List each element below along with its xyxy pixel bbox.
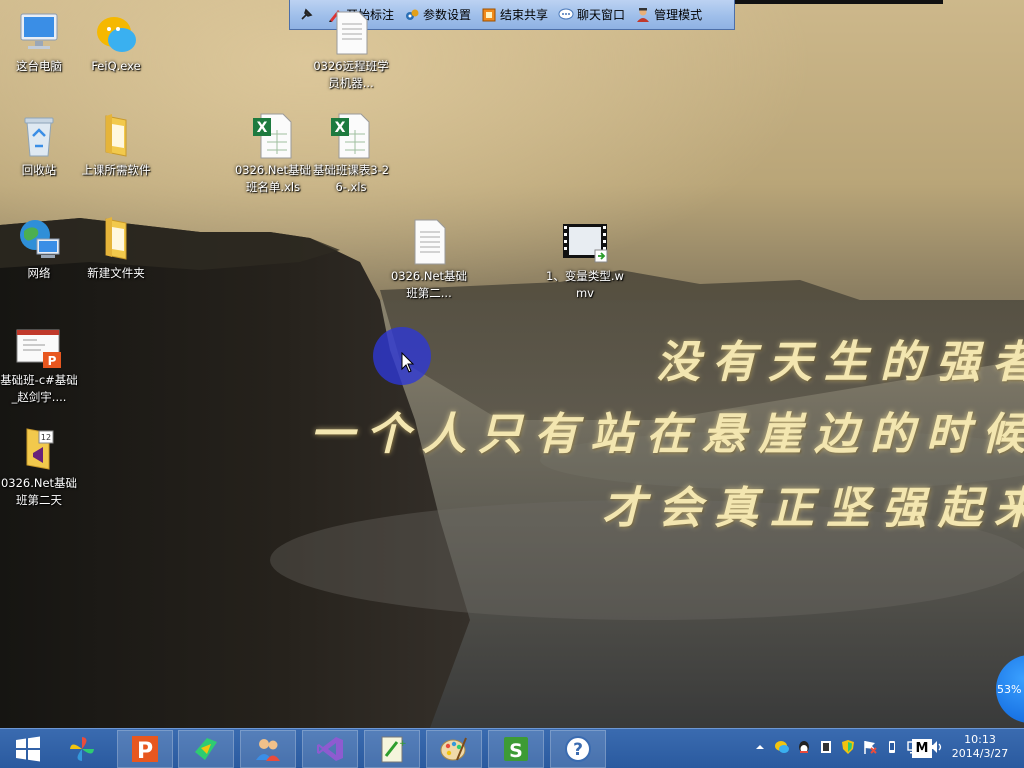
taskbar-app-users[interactable] xyxy=(240,730,296,768)
visual-studio-folder-icon: 12 xyxy=(26,428,54,470)
share-stop-icon xyxy=(482,8,496,21)
svg-text:++: ++ xyxy=(399,739,407,749)
desktop-icon-label: FeiQ.exe xyxy=(91,59,141,73)
taskbar-app-pinwheel[interactable] xyxy=(54,730,110,768)
toolbar-chat-label: 聊天窗口 xyxy=(577,8,626,22)
chat-bubble-icon[interactable] xyxy=(773,738,790,755)
desktop-icon-label: 0326.Net基础班第二天 xyxy=(0,476,78,507)
desktop-icon-new-folder[interactable]: 新建文件夹 xyxy=(77,215,155,282)
speed-ball-value: 53% xyxy=(997,682,1022,696)
desktop-icon-day2-doc[interactable]: 0326.Net基础班第二... xyxy=(390,218,468,302)
excel-icon: X xyxy=(331,113,370,159)
users-icon xyxy=(256,739,280,761)
desktop-icon-remote-class[interactable]: 0326远程班学员机器... xyxy=(312,8,390,92)
presentation-icon: P xyxy=(16,329,61,368)
svg-text:12: 12 xyxy=(41,433,51,442)
desktop-icon-label: 1、变量类型.wmv xyxy=(546,269,624,300)
film-icon[interactable] xyxy=(817,738,834,755)
chat-icon xyxy=(558,8,574,19)
toolbar-admin-mode-button[interactable]: 管理模式 xyxy=(635,6,702,23)
top-edge-bar xyxy=(735,0,943,4)
toolbar-settings-button[interactable]: 参数设置 xyxy=(404,6,471,23)
sublime-s-icon: S xyxy=(504,737,528,762)
help-icon: ? xyxy=(565,736,591,762)
svg-text:P: P xyxy=(48,354,57,368)
svg-text:S: S xyxy=(509,740,523,762)
taskbar-app-sublime[interactable]: S xyxy=(488,730,544,768)
poem-line-1: 没有天生的强者 xyxy=(656,337,1024,388)
taskbar-app-notepad-plus[interactable]: ++ xyxy=(364,730,420,768)
gear-icon xyxy=(406,9,419,20)
desktop-icon-label: 0326.Net基础班名单.xls xyxy=(234,163,312,194)
toolbar-end-share-button[interactable]: 结束共享 xyxy=(481,6,548,23)
powerpoint-icon: P xyxy=(132,736,158,764)
taskbar-app-help[interactable]: ? xyxy=(550,730,606,768)
show-hidden-icon[interactable] xyxy=(751,738,768,755)
desktop-icon-label: 回收站 xyxy=(21,163,57,177)
paint-palette-icon xyxy=(440,737,467,761)
svg-text:?: ? xyxy=(573,740,583,760)
desktop-icon-label: 这台电脑 xyxy=(16,59,62,73)
desktop-icon-label: 基础班-c#基础_赵剑宇.... xyxy=(0,373,78,404)
text-document-icon xyxy=(336,11,368,55)
folder-icon xyxy=(105,114,127,157)
desktop-icon-label: 网络 xyxy=(27,266,51,280)
green-app-icon xyxy=(195,738,217,760)
poem-line-3: 才会真正坚强起来 xyxy=(602,483,1024,534)
svg-text:P: P xyxy=(137,739,153,764)
admin-icon xyxy=(637,7,650,22)
folder-icon xyxy=(105,217,127,260)
svg-text:X: X xyxy=(335,120,346,136)
qq-icon[interactable] xyxy=(795,738,812,755)
desktop-icon-feiq[interactable]: FeiQ.exe xyxy=(77,8,155,75)
computer-icon xyxy=(20,13,58,49)
video-file-icon xyxy=(563,224,608,263)
desktop-icon-day2-vs[interactable]: 12 0326.Net基础班第二天 xyxy=(0,425,78,509)
taskbar-app-visual-studio[interactable] xyxy=(302,730,358,768)
desktop-icon-network[interactable]: 网络 xyxy=(0,215,78,282)
desktop-icon-csharp-ppt[interactable]: P 基础班-c#基础_赵剑宇.... xyxy=(0,322,78,406)
toolbar-end-share-label: 结束共享 xyxy=(500,8,549,22)
flag-icon[interactable] xyxy=(861,738,878,755)
feiq-icon xyxy=(97,17,136,52)
desktop-icon-recycle-bin[interactable]: 回收站 xyxy=(0,112,78,179)
visual-studio-icon xyxy=(317,737,343,761)
desktop-icon-schedule-xls[interactable]: X 基础班课表3-26-.xls xyxy=(312,112,390,196)
start-button[interactable] xyxy=(0,730,56,768)
svg-text:X: X xyxy=(257,120,268,136)
phone-icon[interactable] xyxy=(883,738,900,755)
toolbar-admin-mode-label: 管理模式 xyxy=(654,8,703,22)
taskbar-app-green[interactable] xyxy=(178,730,234,768)
pinwheel-icon xyxy=(70,737,94,761)
ime-indicator[interactable]: M xyxy=(912,739,932,758)
shield-icon[interactable] xyxy=(839,738,856,755)
desktop-icon-label: 0326远程班学员机器... xyxy=(313,59,389,90)
taskbar-clock[interactable]: 10:13 2014/3/27 xyxy=(944,733,1016,761)
desktop-icon-this-pc[interactable]: 这台电脑 xyxy=(0,8,78,75)
mouse-cursor-icon xyxy=(401,352,415,373)
excel-icon: X xyxy=(253,113,292,159)
desktop-icon-roster-xls[interactable]: X 0326.Net基础班名单.xls xyxy=(234,112,312,196)
desktop-icon-label: 上课所需软件 xyxy=(81,163,151,177)
network-icon xyxy=(20,220,60,258)
toolbar-chat-button[interactable]: 聊天窗口 xyxy=(558,6,625,23)
desktop-icon-label: 基础班课表3-26-.xls xyxy=(312,163,390,194)
desktop-icon-label: 0326.Net基础班第二... xyxy=(390,269,468,300)
desktop-icon-label: 新建文件夹 xyxy=(87,266,145,280)
notepad-plus-icon: ++ xyxy=(381,736,407,763)
taskbar-app-powerpoint[interactable]: P xyxy=(117,730,173,768)
windows-start-icon xyxy=(16,736,40,762)
desktop-icon-class-software[interactable]: 上课所需软件 xyxy=(77,112,155,179)
desktop-icon-variable-video[interactable]: 1、变量类型.wmv xyxy=(546,218,624,302)
clock-date: 2014/3/27 xyxy=(951,747,1009,760)
poem-line-2: 一个人只有站在悬崖边的时候 xyxy=(310,409,1024,460)
toolbar-settings-label: 参数设置 xyxy=(423,8,472,22)
text-document-icon xyxy=(414,219,446,265)
recycle-bin-icon xyxy=(24,117,54,157)
clock-time: 10:13 xyxy=(964,733,996,746)
taskbar-app-paint[interactable] xyxy=(426,730,482,768)
